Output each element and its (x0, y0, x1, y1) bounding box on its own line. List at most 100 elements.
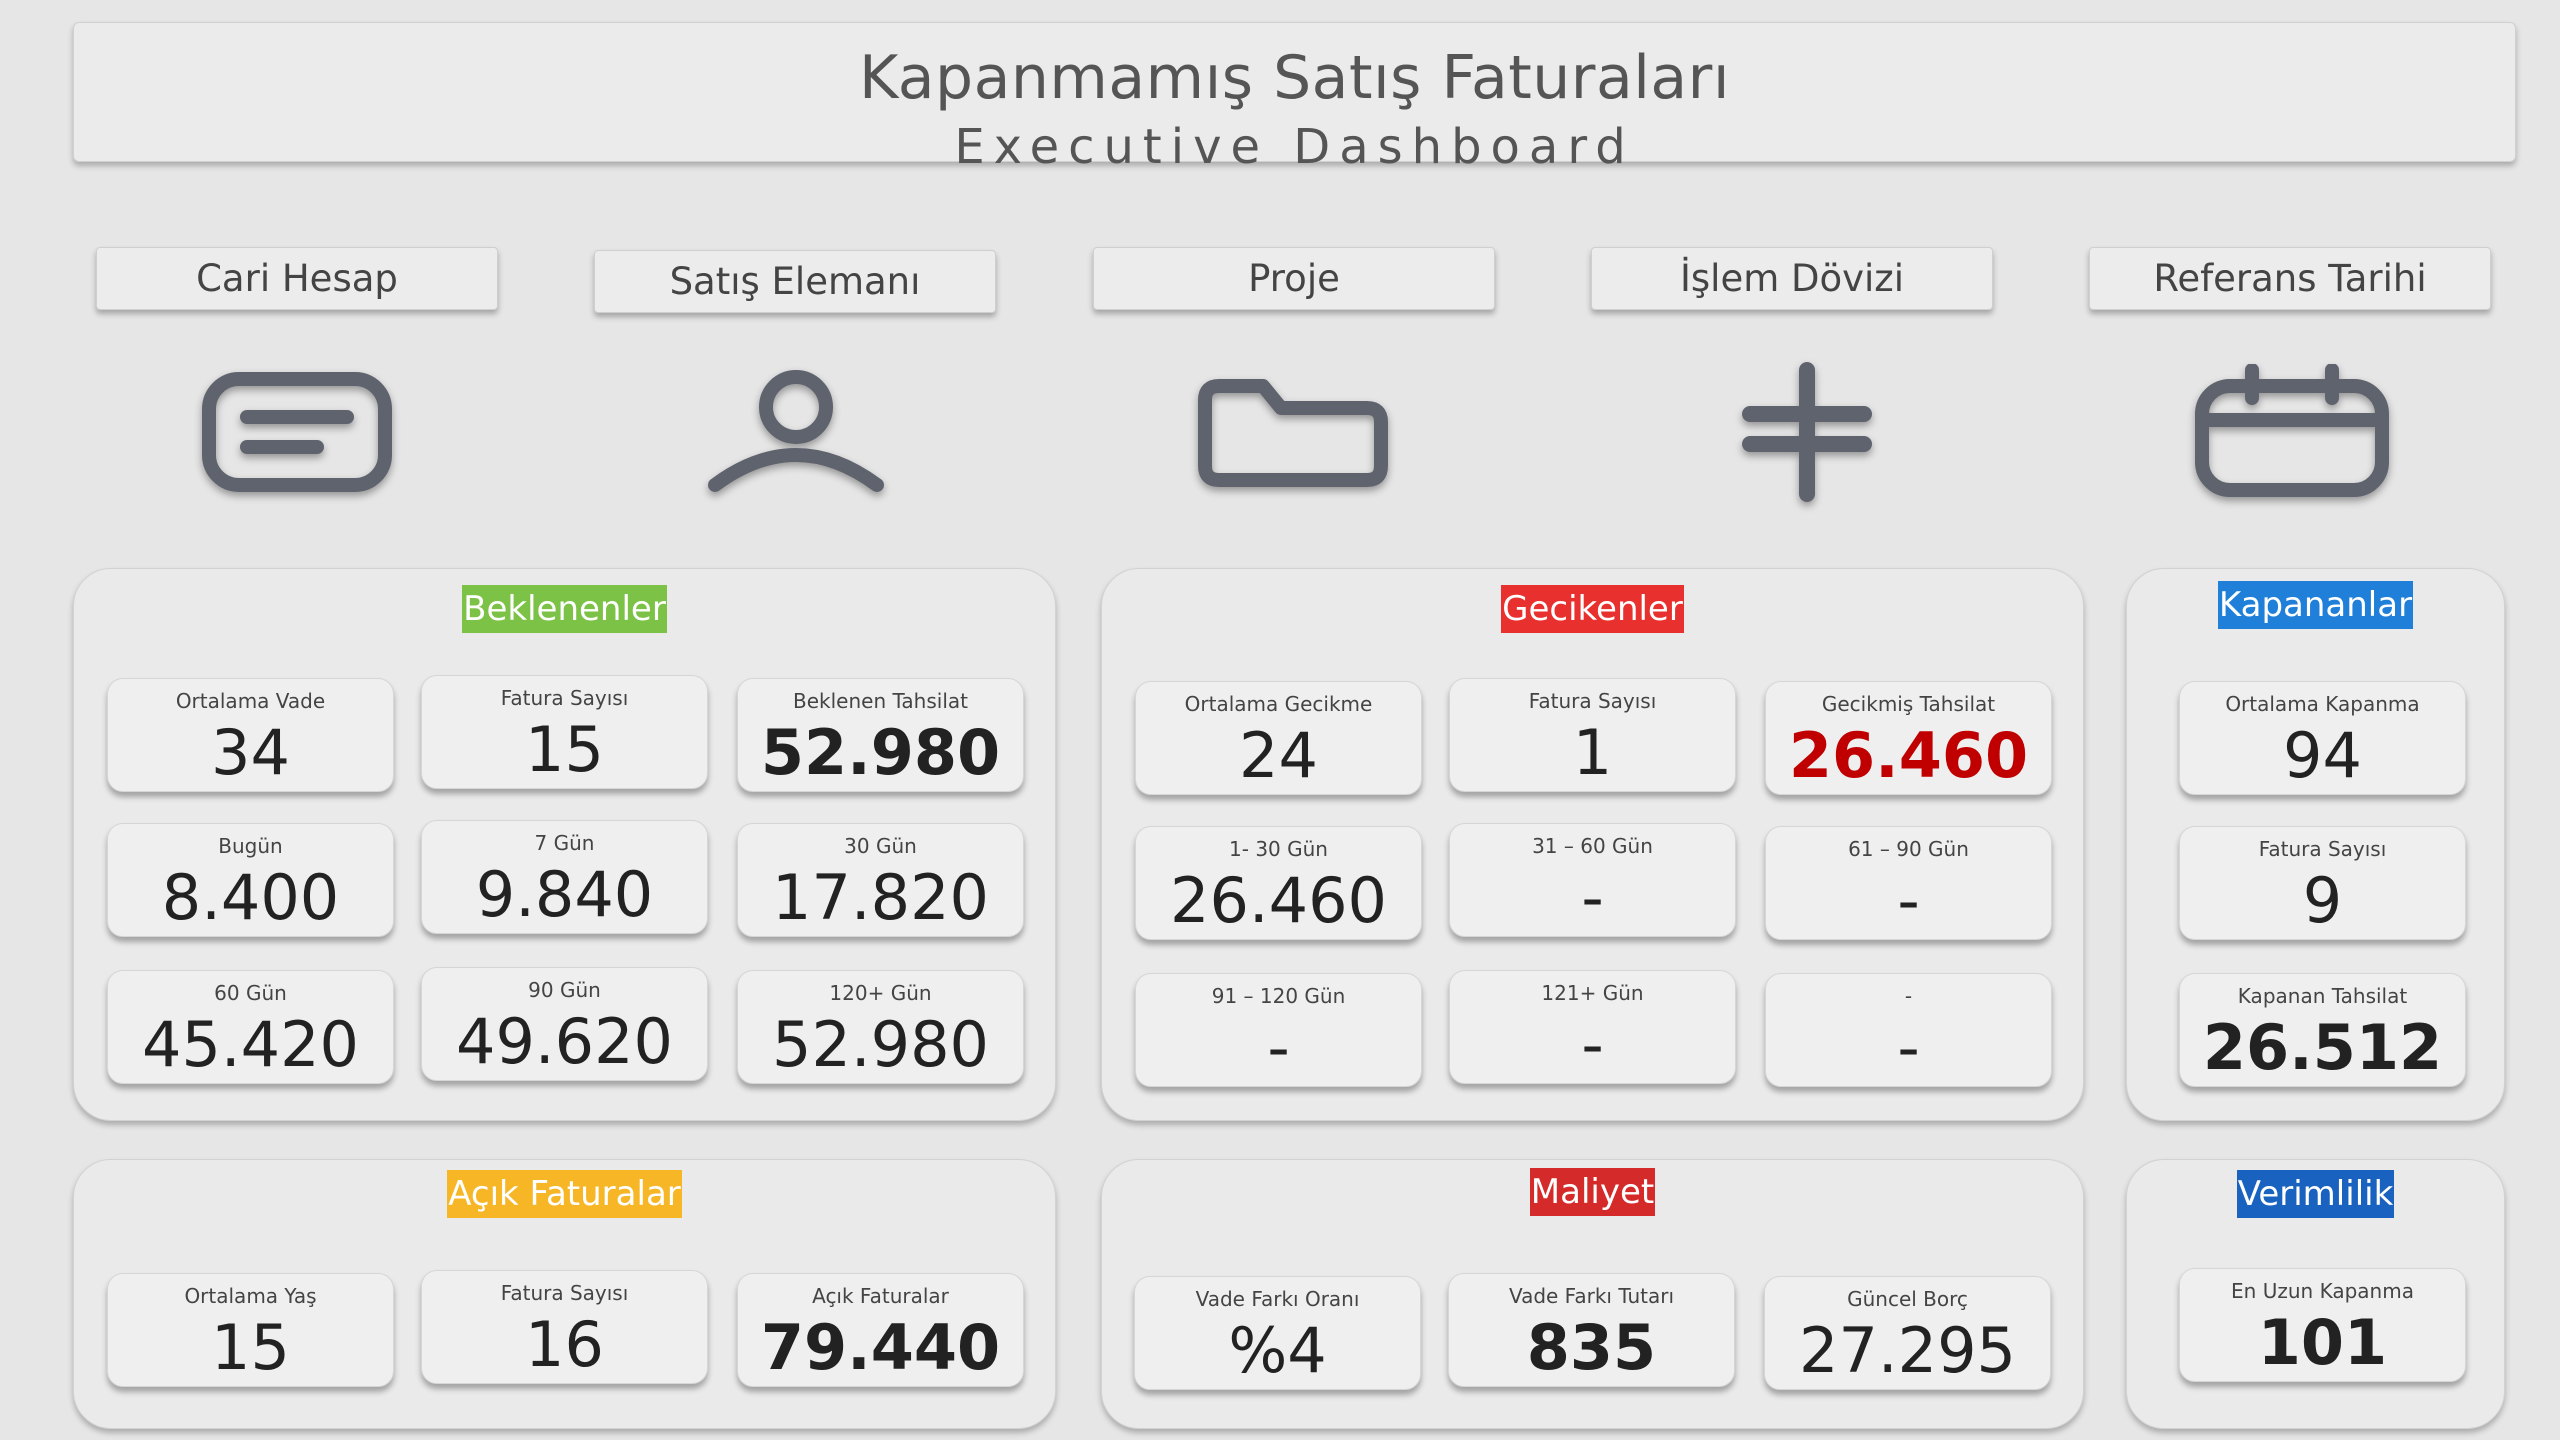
kpi-card[interactable]: 1- 30 Gün 26.460 (1135, 826, 1422, 940)
kpi-card[interactable]: 30 Gün 17.820 (737, 823, 1024, 937)
kpi-card[interactable]: Ortalama Vade 34 (107, 678, 394, 792)
kpi-value: 34 (211, 716, 290, 789)
kpi-label: En Uzun Kapanma (2231, 1279, 2414, 1303)
kpi-value: %4 (1228, 1314, 1327, 1387)
kpi-card[interactable]: Kapanan Tahsilat 26.512 (2179, 973, 2466, 1087)
kpi-label: Açık Faturalar (812, 1284, 949, 1308)
kpi-value: 15 (211, 1311, 290, 1384)
kpi-label: Ortalama Kapanma (2225, 692, 2420, 716)
panel-title-wrap: Gecikenler (1102, 585, 2083, 633)
panel-title-acik-faturalar: Açık Faturalar (447, 1170, 682, 1218)
kpi-label: 60 Gün (214, 981, 287, 1005)
panel-title-wrap: Açık Faturalar (74, 1170, 1055, 1218)
filter-button-cari-hesap[interactable]: Cari Hesap (96, 247, 498, 310)
folder-icon[interactable] (1193, 362, 1393, 502)
kpi-value: 26.512 (2202, 1011, 2443, 1084)
kpi-value: 52.980 (760, 716, 1001, 789)
kpi-card[interactable]: 7 Gün 9.840 (421, 820, 708, 934)
kpi-card[interactable]: Açık Faturalar 79.440 (737, 1273, 1024, 1387)
filter-button-proje[interactable]: Proje (1093, 247, 1495, 310)
kpi-card[interactable]: Fatura Sayısı 1 (1449, 678, 1736, 792)
kpi-value: 26.460 (1170, 864, 1387, 937)
kpi-label: Fatura Sayısı (500, 1281, 629, 1305)
kpi-label: Beklenen Tahsilat (793, 689, 968, 713)
kpi-card[interactable]: 91 – 120 Gün - (1135, 973, 1422, 1087)
kpi-card[interactable]: 121+ Gün - (1449, 970, 1736, 1084)
panel-title-verimlilik: Verimlilik (2236, 1170, 2395, 1218)
kpi-card[interactable]: 31 – 60 Gün - (1449, 823, 1736, 937)
kpi-label: 30 Gün (844, 834, 917, 858)
kpi-value: 24 (1239, 719, 1318, 792)
kpi-value: 49.620 (456, 1005, 673, 1078)
kpi-label: 121+ Gün (1541, 981, 1644, 1005)
kpi-card[interactable]: Ortalama Yaş 15 (107, 1273, 394, 1387)
kpi-card[interactable]: 120+ Gün 52.980 (737, 970, 1024, 1084)
kpi-label: Ortalama Gecikme (1184, 692, 1373, 716)
kpi-label: Ortalama Yaş (184, 1284, 317, 1308)
kpi-label: Gecikmiş Tahsilat (1821, 692, 1996, 716)
kpi-label: Bugün (218, 834, 283, 858)
kpi-value: 835 (1526, 1311, 1657, 1384)
kpi-card[interactable]: Ortalama Gecikme 24 (1135, 681, 1422, 795)
kpi-label: 7 Gün (534, 831, 595, 855)
kpi-card[interactable]: Bugün 8.400 (107, 823, 394, 937)
card-icon[interactable] (197, 362, 397, 502)
kpi-label: 31 – 60 Gün (1532, 834, 1653, 858)
kpi-value: 26.460 (1788, 719, 2029, 792)
calendar-icon[interactable] (2192, 362, 2392, 502)
kpi-label: 1- 30 Gün (1229, 837, 1328, 861)
kpi-value: 27.295 (1799, 1314, 2016, 1387)
kpi-label: 61 – 90 Gün (1848, 837, 1969, 861)
kpi-card[interactable]: Vade Farkı Tutarı 835 (1448, 1273, 1735, 1387)
kpi-value: 1 (1572, 716, 1613, 789)
kpi-value: 16 (525, 1308, 604, 1381)
kpi-card[interactable]: Fatura Sayısı 16 (421, 1270, 708, 1384)
kpi-label: Vade Farkı Oranı (1195, 1287, 1360, 1311)
filter-button-satis-elemani[interactable]: Satış Elemanı (594, 250, 996, 313)
panel-title-gecikenler: Gecikenler (1501, 585, 1684, 633)
kpi-label: Fatura Sayısı (500, 686, 629, 710)
kpi-card[interactable]: Güncel Borç 27.295 (1764, 1276, 2051, 1390)
kpi-value: 9 (2302, 864, 2343, 937)
panel-title-kapananlar: Kapananlar (2217, 581, 2414, 629)
kpi-label: Ortalama Vade (175, 689, 326, 713)
kpi-label: Fatura Sayısı (2258, 837, 2387, 861)
kpi-card[interactable]: 60 Gün 45.420 (107, 970, 394, 1084)
filter-button-referans-tarihi[interactable]: Referans Tarihi (2089, 247, 2491, 310)
kpi-card[interactable]: -- (1765, 973, 2052, 1087)
kpi-card[interactable]: 90 Gün 49.620 (421, 967, 708, 1081)
kpi-value: 15 (525, 713, 604, 786)
filter-button-islem-dovizi[interactable]: İşlem Dövizi (1591, 247, 1993, 310)
kpi-value: 79.440 (760, 1311, 1001, 1384)
kpi-card[interactable]: Fatura Sayısı 15 (421, 675, 708, 789)
panel-title-wrap: Beklenenler (74, 585, 1055, 633)
kpi-value: - (1581, 861, 1604, 934)
kpi-value: 8.400 (161, 861, 340, 934)
kpi-card[interactable]: Gecikmiş Tahsilat 26.460 (1765, 681, 2052, 795)
kpi-value: 52.980 (772, 1008, 989, 1081)
currency-icon[interactable] (1707, 362, 1907, 502)
panel-title-wrap: Verimlilik (2127, 1170, 2504, 1218)
panel-title-wrap: Kapananlar (2127, 581, 2504, 629)
kpi-value: - (1897, 1011, 1920, 1084)
kpi-card[interactable]: Fatura Sayısı 9 (2179, 826, 2466, 940)
kpi-card[interactable]: Ortalama Kapanma 94 (2179, 681, 2466, 795)
kpi-card[interactable]: Vade Farkı Oranı %4 (1134, 1276, 1421, 1390)
page-title: Kapanmamış Satış Faturaları (858, 43, 1731, 113)
kpi-value: 94 (2283, 719, 2362, 792)
kpi-label: 120+ Gün (829, 981, 932, 1005)
panel-title-wrap: Maliyet (1102, 1168, 2083, 1216)
kpi-card[interactable]: Beklenen Tahsilat 52.980 (737, 678, 1024, 792)
kpi-value: - (1581, 1008, 1604, 1081)
person-icon[interactable] (696, 362, 896, 502)
panel-title-maliyet: Maliyet (1529, 1168, 1656, 1216)
kpi-value: 101 (2257, 1306, 2388, 1379)
page-subtitle: Executive Dashboard (954, 119, 1635, 175)
kpi-label: Güncel Borç (1847, 1287, 1968, 1311)
kpi-label: 90 Gün (528, 978, 601, 1002)
kpi-card[interactable]: 61 – 90 Gün - (1765, 826, 2052, 940)
kpi-card[interactable]: En Uzun Kapanma 101 (2179, 1268, 2466, 1382)
dashboard-header: Kapanmamış Satış Faturaları Executive Da… (73, 22, 2516, 175)
kpi-label: 91 – 120 Gün (1211, 984, 1346, 1008)
kpi-value: 9.840 (475, 858, 654, 931)
